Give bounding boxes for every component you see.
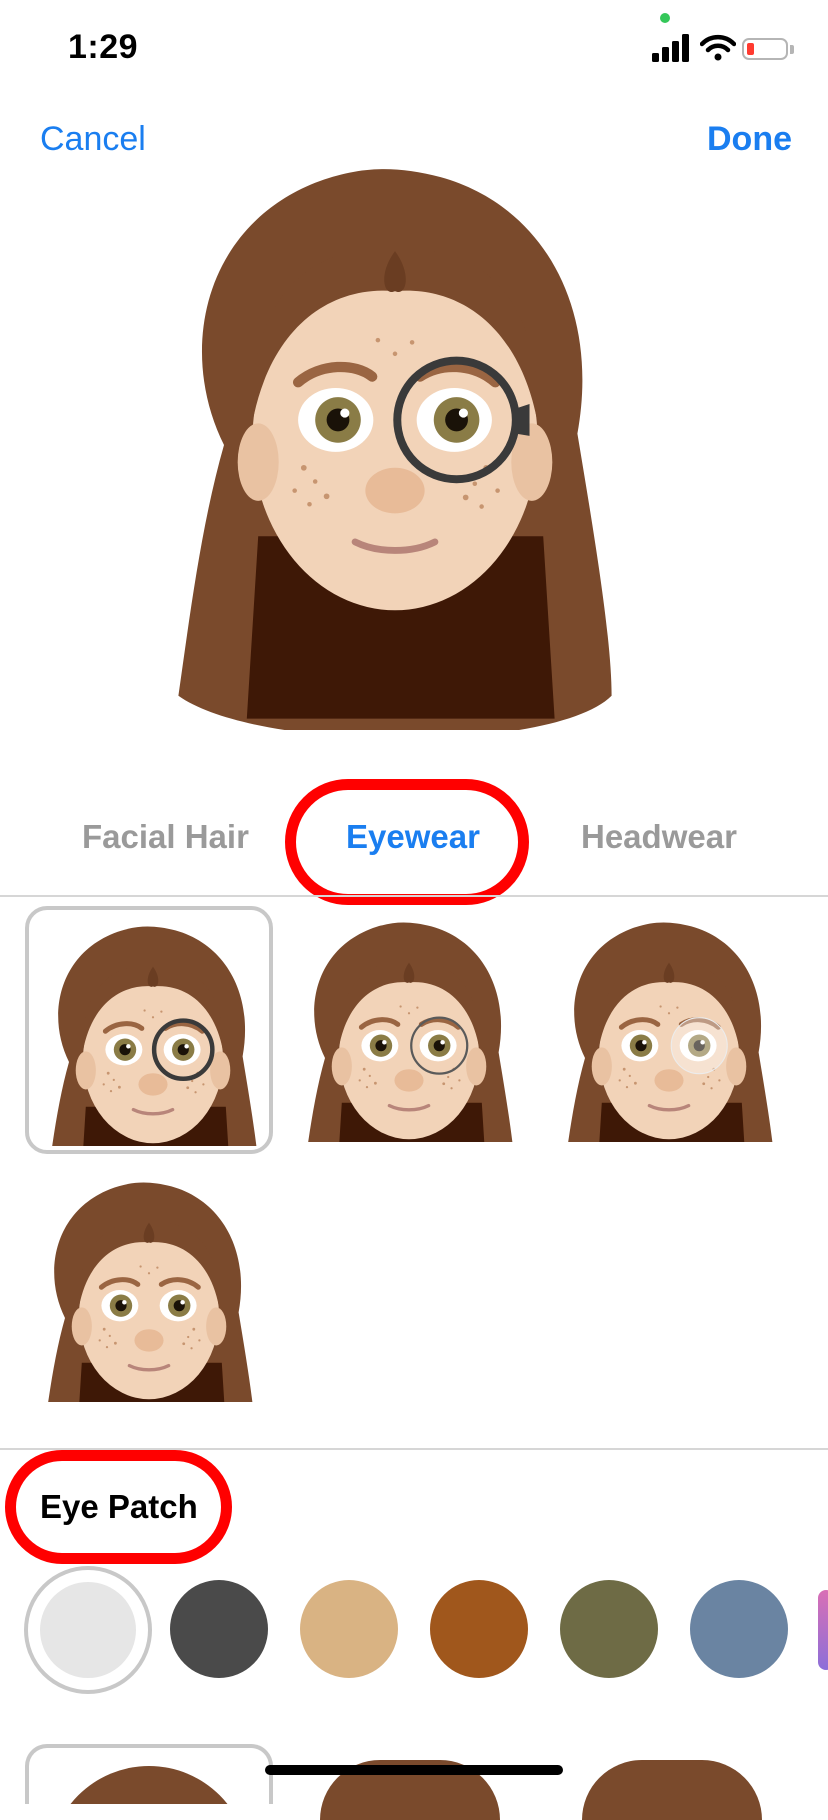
cancel-button[interactable]: Cancel [40, 120, 146, 159]
memoji-preview [140, 160, 650, 730]
battery-cap [790, 45, 794, 54]
eyewear-option-dark-round[interactable] [25, 906, 273, 1154]
eyewear-option-none[interactable] [25, 1166, 273, 1414]
color-swatch-4[interactable] [430, 1580, 528, 1678]
wifi-icon [700, 34, 736, 61]
eyewear-option-rimless[interactable] [545, 906, 793, 1154]
tab-headwear[interactable]: Headwear [581, 818, 737, 856]
status-time: 1:29 [68, 28, 139, 66]
highlight-annotation-eye-patch [5, 1450, 232, 1564]
eye-patch-option[interactable] [582, 1760, 762, 1820]
battery-icon [742, 38, 788, 60]
eye-patch-option[interactable] [25, 1744, 273, 1804]
camera-indicator-icon [660, 13, 670, 23]
divider [0, 895, 828, 897]
swatch-partial-offscreen[interactable] [818, 1590, 828, 1670]
color-swatch-2[interactable] [170, 1580, 268, 1678]
color-swatch-1[interactable] [40, 1582, 136, 1678]
done-button[interactable]: Done [707, 120, 792, 159]
tab-facial-hair[interactable]: Facial Hair [82, 818, 249, 856]
cellular-signal-icon [652, 32, 690, 62]
color-swatch-3[interactable] [300, 1580, 398, 1678]
color-swatch-6[interactable] [690, 1580, 788, 1678]
color-swatch-5[interactable] [560, 1580, 658, 1678]
home-indicator [265, 1765, 563, 1775]
highlight-annotation-eyewear [285, 779, 529, 905]
eyewear-option-thin-round[interactable] [285, 906, 533, 1154]
